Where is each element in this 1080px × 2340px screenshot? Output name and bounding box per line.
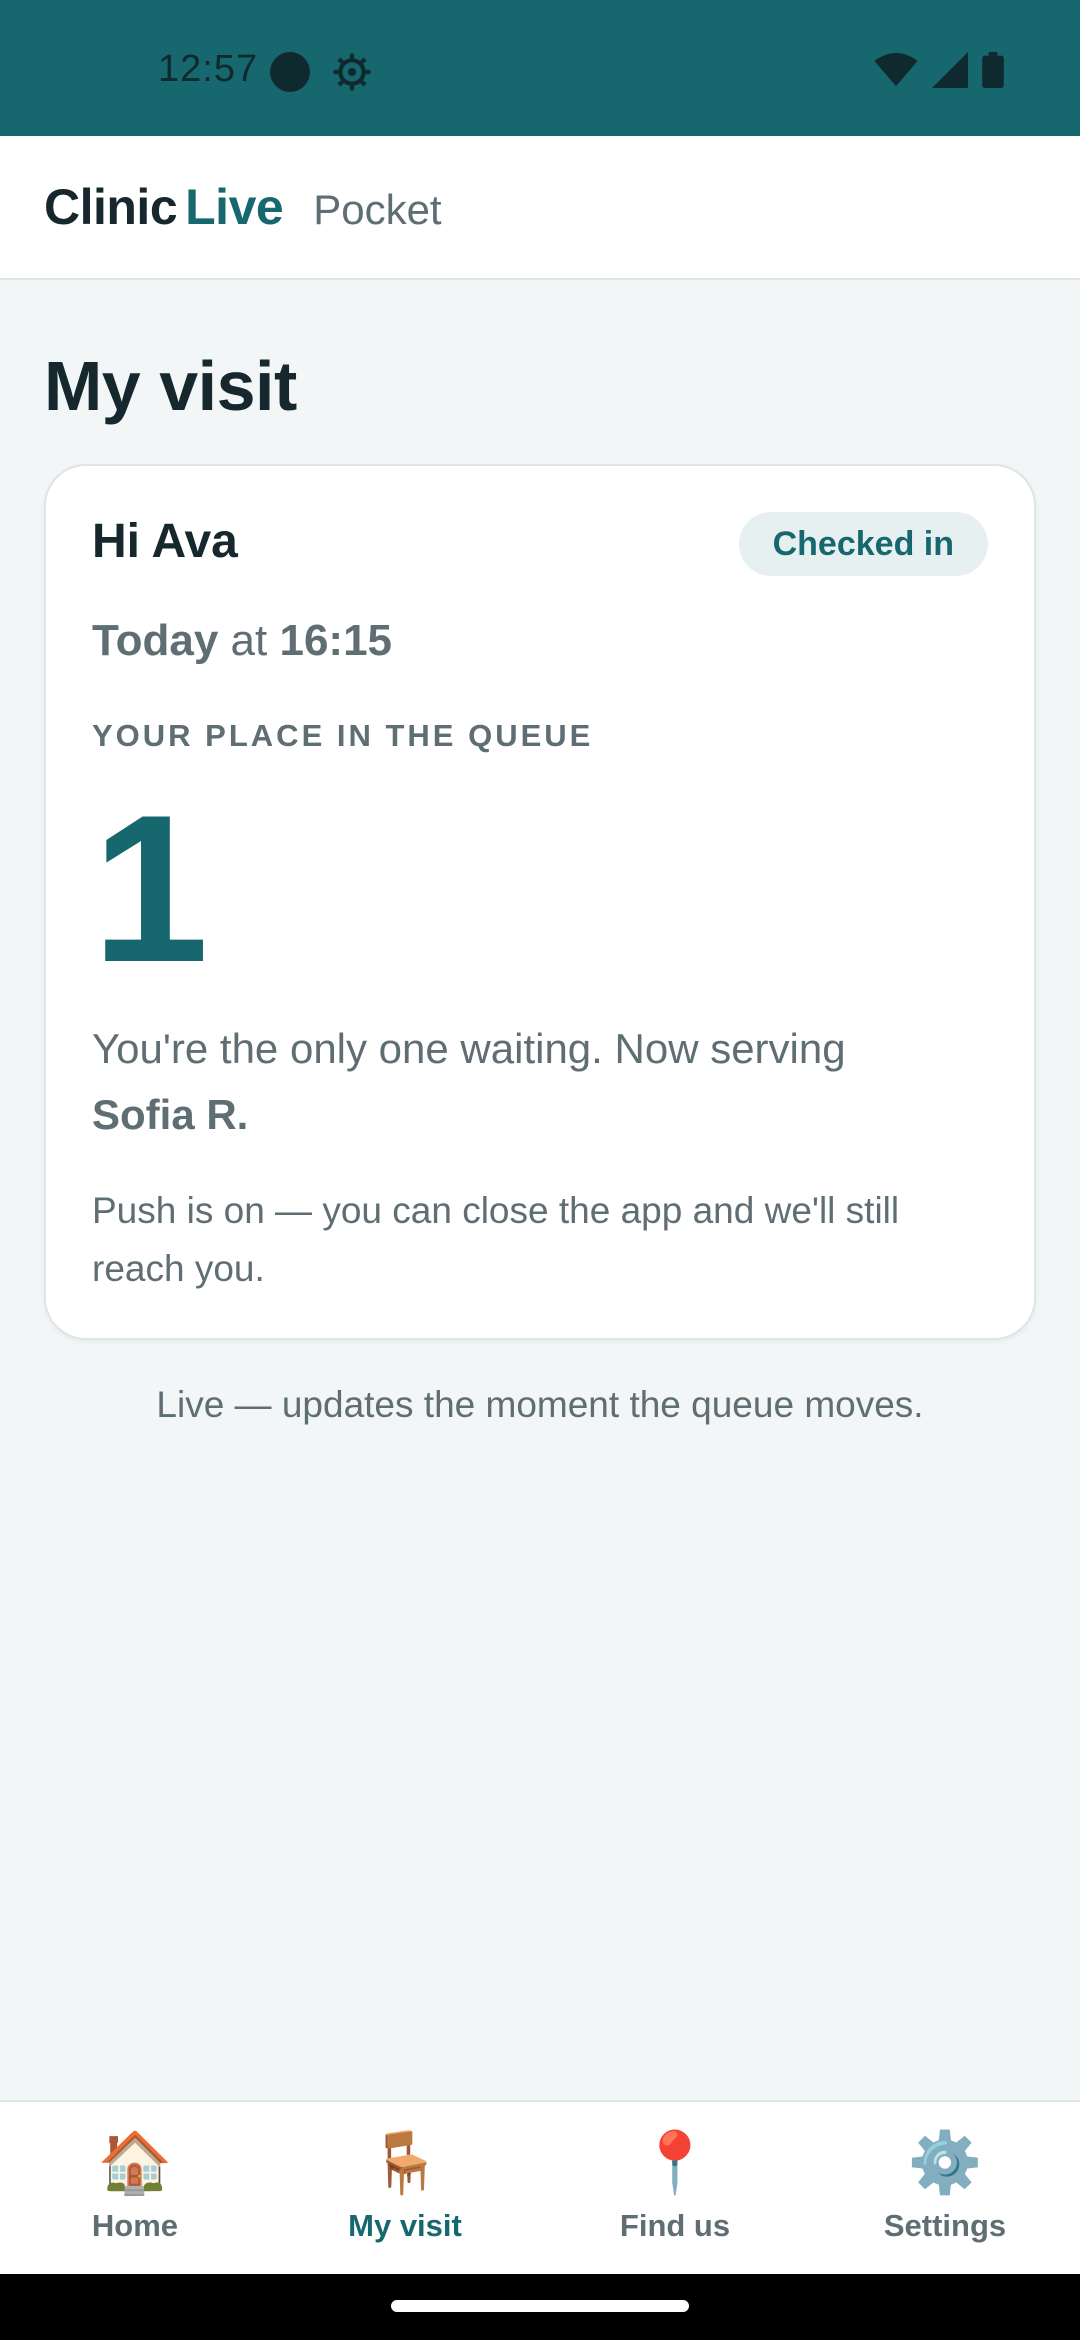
queue-position: 1 <box>92 771 209 1006</box>
brand-logo: Clinic Live Pocket <box>44 178 442 236</box>
page-title: My visit <box>44 347 297 425</box>
app-header: Clinic Live Pocket <box>0 136 1080 280</box>
circle-icon <box>270 52 310 92</box>
house-icon: 🏠 <box>97 2129 173 2196</box>
serving-name: Sofia R. <box>92 1091 249 1138</box>
serving-text: You're the only one waiting. Now serving… <box>92 1016 972 1148</box>
nav-home[interactable]: 🏠 Home <box>0 2102 270 2274</box>
brand-live: Live <box>185 179 284 235</box>
brand-subtitle: Pocket <box>313 186 442 233</box>
brand-clinic: Clinic <box>44 179 178 235</box>
serving-message: You're the only one waiting. Now serving <box>92 1025 846 1072</box>
visit-at: at <box>230 616 268 665</box>
status-badge: Checked in <box>738 512 988 576</box>
status-bar: 12:57 <box>0 0 1080 136</box>
pin-icon: 📍 <box>637 2129 713 2196</box>
wifi-icon <box>874 52 918 87</box>
queue-label: YOUR PLACE IN THE QUEUE <box>92 718 594 753</box>
greeting: Hi Ava <box>92 515 238 568</box>
system-nav-bar <box>0 2274 1080 2340</box>
live-note: Live — updates the moment the queue move… <box>156 1384 924 1425</box>
nav-label: My visit <box>348 2208 462 2243</box>
bottom-nav: 🏠 Home 🪑 My visit 📍 Find us ⚙️ Settings <box>0 2100 1080 2274</box>
chair-icon: 🪑 <box>367 2129 443 2196</box>
home-gesture-handle[interactable] <box>391 2300 689 2312</box>
nav-find-us[interactable]: 📍 Find us <box>540 2102 810 2274</box>
nav-my-visit[interactable]: 🪑 My visit <box>270 2102 540 2274</box>
nav-label: Find us <box>619 2208 731 2243</box>
push-note: Push is on — you can close the app and w… <box>92 1190 900 1289</box>
signal-icon <box>932 52 968 88</box>
visit-clock: 16:15 <box>279 616 393 665</box>
nav-label: Home <box>91 2208 179 2243</box>
gear-icon: ⚙️ <box>907 2129 983 2196</box>
visit-card: Hi Ava Checked in Today at 16:15 YOUR PL… <box>44 464 1036 1340</box>
status-time: 12:57 <box>158 48 259 90</box>
visit-time: Today at 16:15 <box>92 616 392 666</box>
nav-label: Settings <box>883 2208 1007 2243</box>
battery-icon <box>982 52 1004 88</box>
gear-icon <box>333 53 371 91</box>
nav-settings[interactable]: ⚙️ Settings <box>810 2102 1080 2274</box>
visit-day: Today <box>92 616 219 665</box>
